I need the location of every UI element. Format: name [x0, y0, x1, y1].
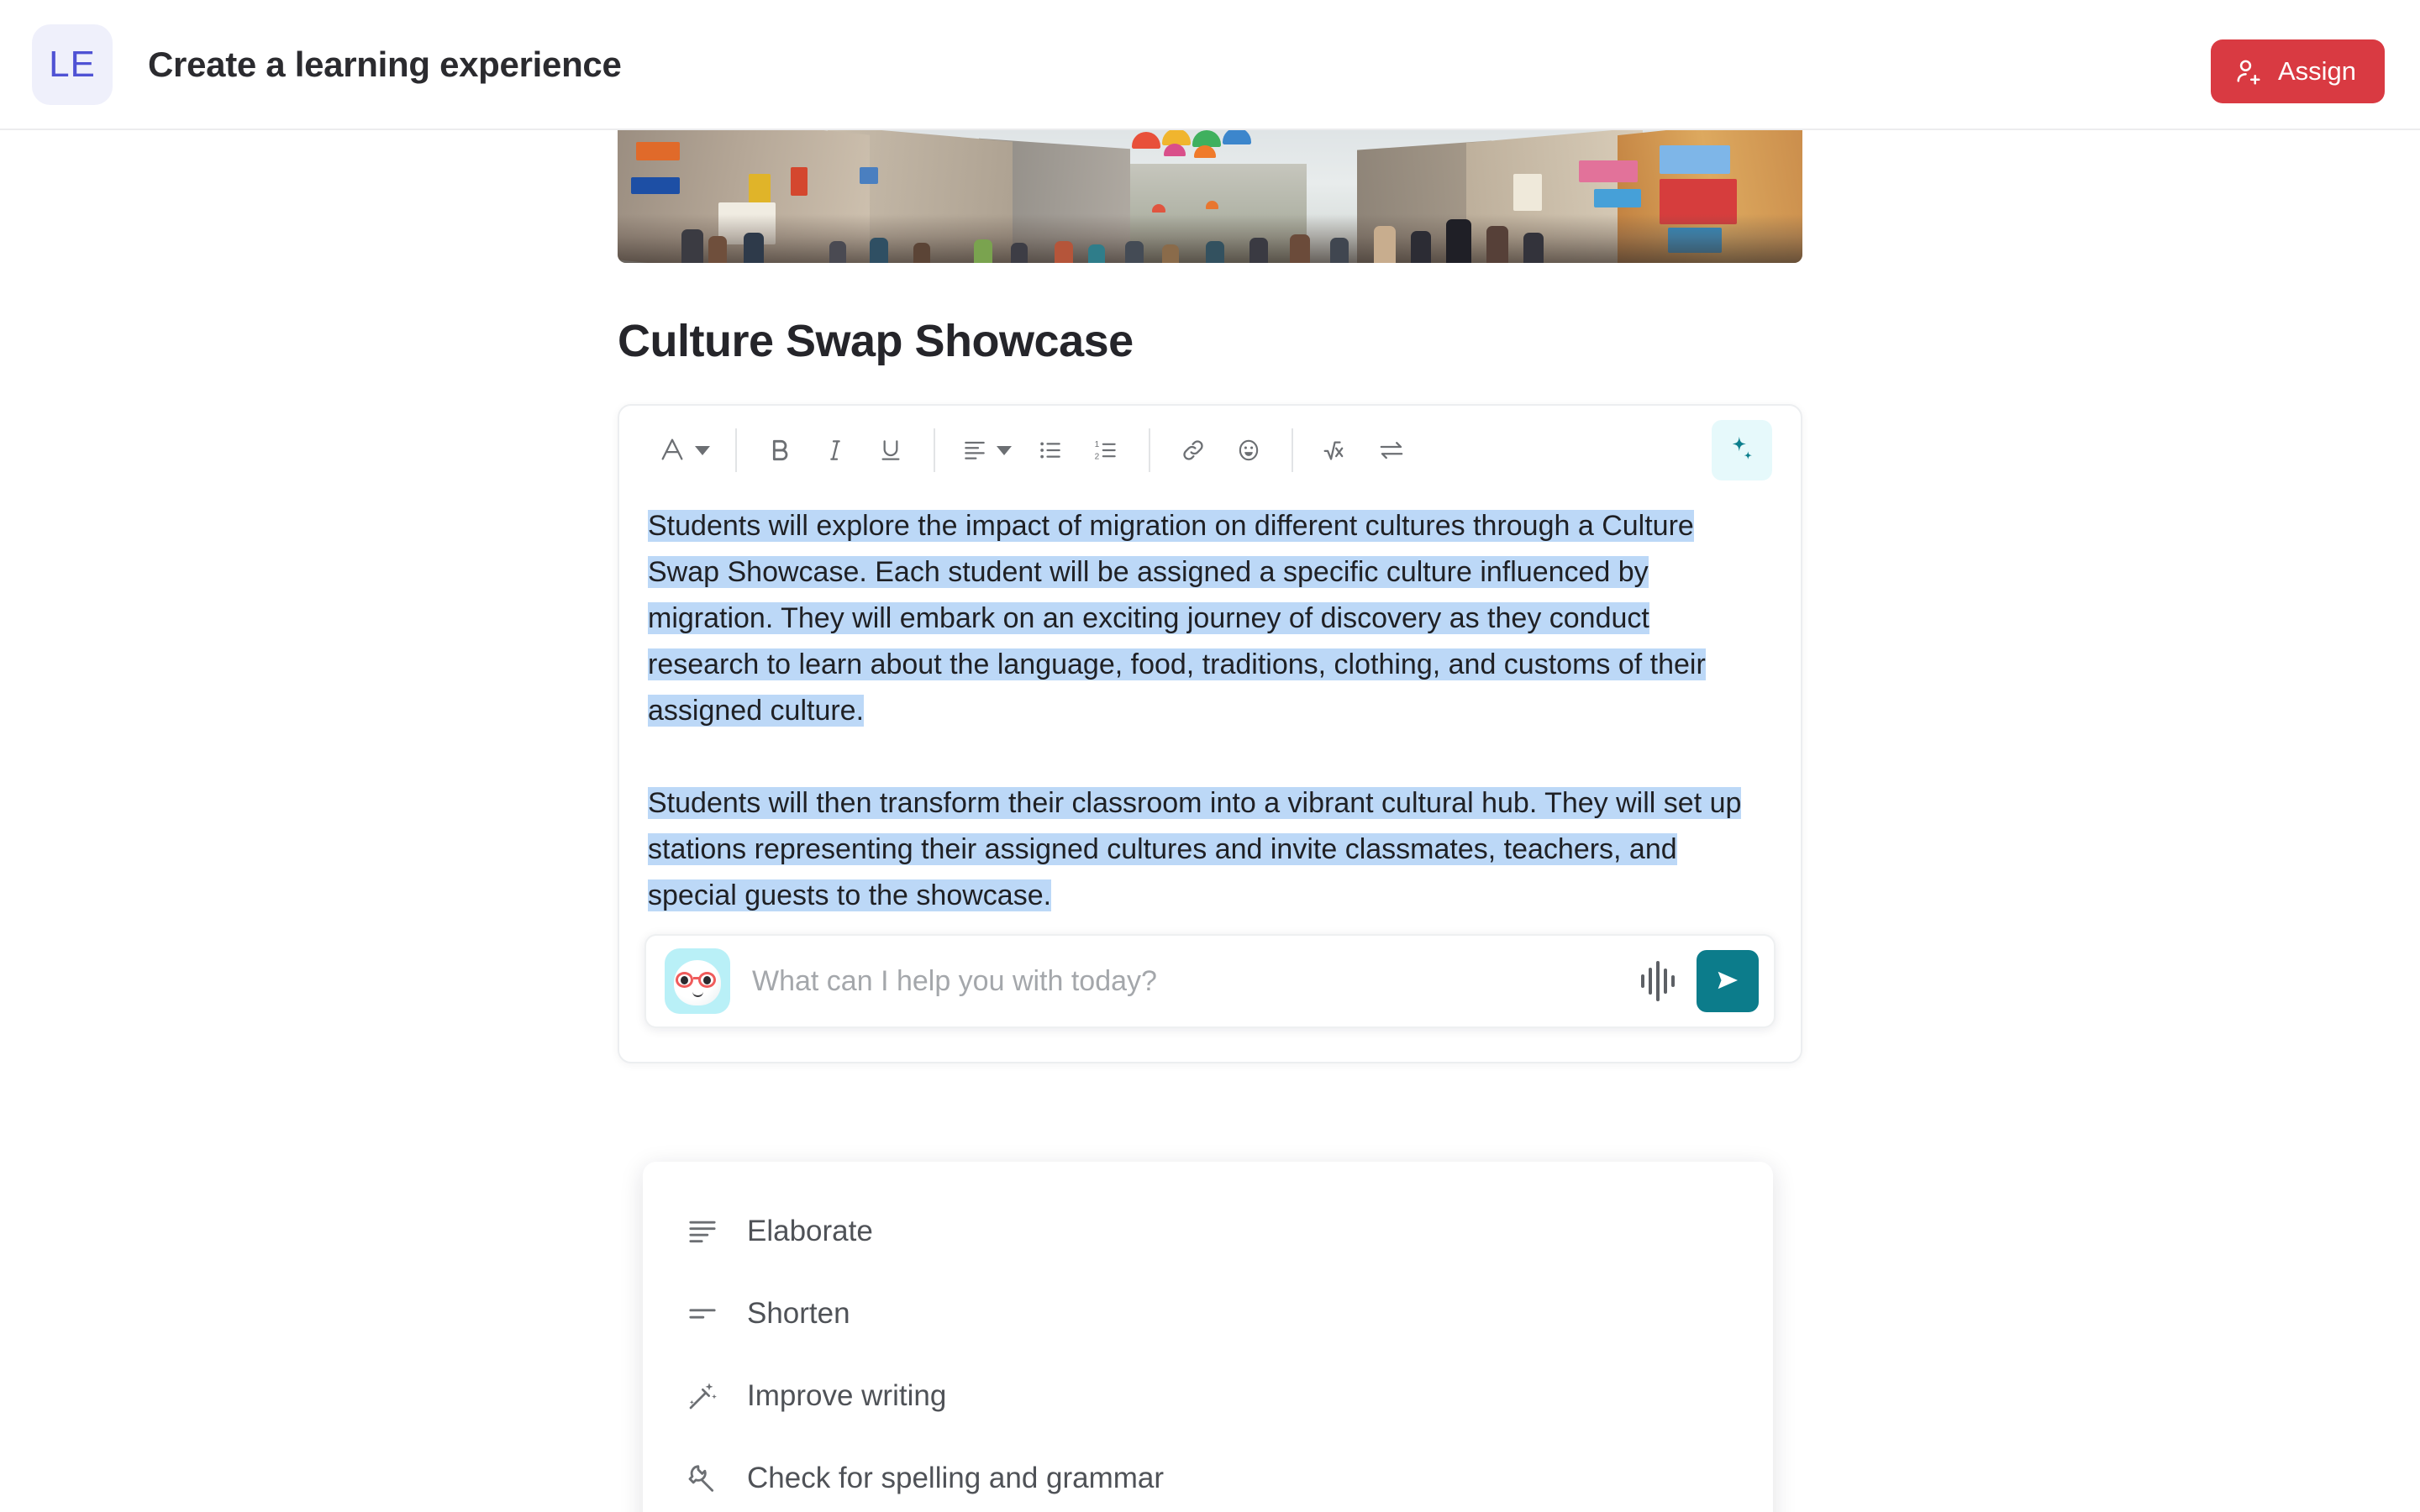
selected-text-2: Students will then transform their class…	[648, 787, 1742, 912]
rich-text-editor-card: 1 2 Students will explore the impact of …	[618, 404, 1802, 1064]
menu-item-label: Elaborate	[747, 1215, 873, 1247]
ai-prompt-input[interactable]	[752, 964, 1641, 998]
hero-image	[618, 130, 1802, 263]
paragraph-1: Students will explore the impact of migr…	[648, 503, 1759, 734]
editor-text-body[interactable]: Students will explore the impact of migr…	[619, 495, 1801, 919]
bulleted-list-button[interactable]	[1023, 423, 1078, 478]
magic-wand-icon	[683, 1377, 722, 1415]
bold-button[interactable]	[752, 423, 808, 478]
menu-item-improve-writing[interactable]: Improve writing	[643, 1355, 1773, 1437]
assign-button[interactable]: Assign	[2210, 39, 2385, 103]
elaborate-lines-icon	[683, 1212, 722, 1251]
svg-text:2: 2	[1095, 453, 1100, 462]
emoji-button[interactable]	[1221, 423, 1276, 478]
align-left-icon	[961, 436, 988, 465]
chevron-down-icon	[695, 445, 710, 455]
editor-toolbar: 1 2	[619, 406, 1801, 495]
page-title: Create a learning experience	[148, 44, 622, 84]
font-style-dropdown[interactable]	[648, 423, 720, 478]
ai-prompt-container	[619, 919, 1801, 1062]
menu-item-elaborate[interactable]: Elaborate	[643, 1190, 1773, 1273]
paragraph-2: Students will then transform their class…	[648, 780, 1759, 919]
sparkles-icon	[1726, 433, 1758, 468]
wrench-icon	[683, 1459, 722, 1498]
numbered-list-button[interactable]: 1 2	[1078, 423, 1134, 478]
selected-text-1: Students will explore the impact of migr…	[648, 510, 1706, 727]
toolbar-divider	[934, 428, 935, 473]
shorten-lines-icon	[683, 1294, 722, 1333]
translate-button[interactable]	[1364, 423, 1419, 478]
app-logo-badge: LE	[32, 24, 113, 105]
send-paper-plane-icon	[1712, 965, 1743, 998]
font-letter-a-icon	[658, 435, 687, 466]
document-column: Culture Swap Showcase 1 2 Students will …	[618, 130, 1802, 1064]
menu-item-label: Check for spelling and grammar	[747, 1462, 1165, 1494]
italic-button[interactable]	[808, 423, 863, 478]
ai-prompt-bar[interactable]	[644, 934, 1776, 1029]
ai-actions-menu: Elaborate Shorten Improve writing Check …	[643, 1162, 1773, 1512]
toolbar-divider	[735, 428, 737, 473]
ai-assistant-button[interactable]	[1712, 420, 1772, 481]
svg-text:1: 1	[1095, 440, 1100, 449]
assistant-mascot-avatar	[665, 948, 730, 1015]
assign-button-label: Assign	[2277, 56, 2356, 86]
menu-item-label: Shorten	[747, 1297, 850, 1330]
user-plus-icon	[2234, 56, 2265, 87]
app-header: LE Create a learning experience Assign	[0, 0, 2420, 130]
voice-waveform-icon[interactable]	[1641, 958, 1675, 1004]
align-dropdown[interactable]	[950, 423, 1023, 478]
chevron-down-icon	[997, 445, 1012, 455]
toolbar-divider	[1292, 428, 1293, 473]
menu-item-check-spelling-grammar[interactable]: Check for spelling and grammar	[643, 1437, 1773, 1512]
toolbar-divider	[1149, 428, 1150, 473]
send-button[interactable]	[1697, 950, 1759, 1013]
menu-item-shorten[interactable]: Shorten	[643, 1273, 1773, 1355]
menu-item-label: Improve writing	[747, 1379, 947, 1412]
link-button[interactable]	[1165, 423, 1221, 478]
document-scroll-area[interactable]: Culture Swap Showcase 1 2 Students will …	[0, 130, 2420, 1512]
document-title: Culture Swap Showcase	[618, 316, 1134, 366]
equation-button[interactable]	[1308, 423, 1364, 478]
underline-button[interactable]	[863, 423, 918, 478]
